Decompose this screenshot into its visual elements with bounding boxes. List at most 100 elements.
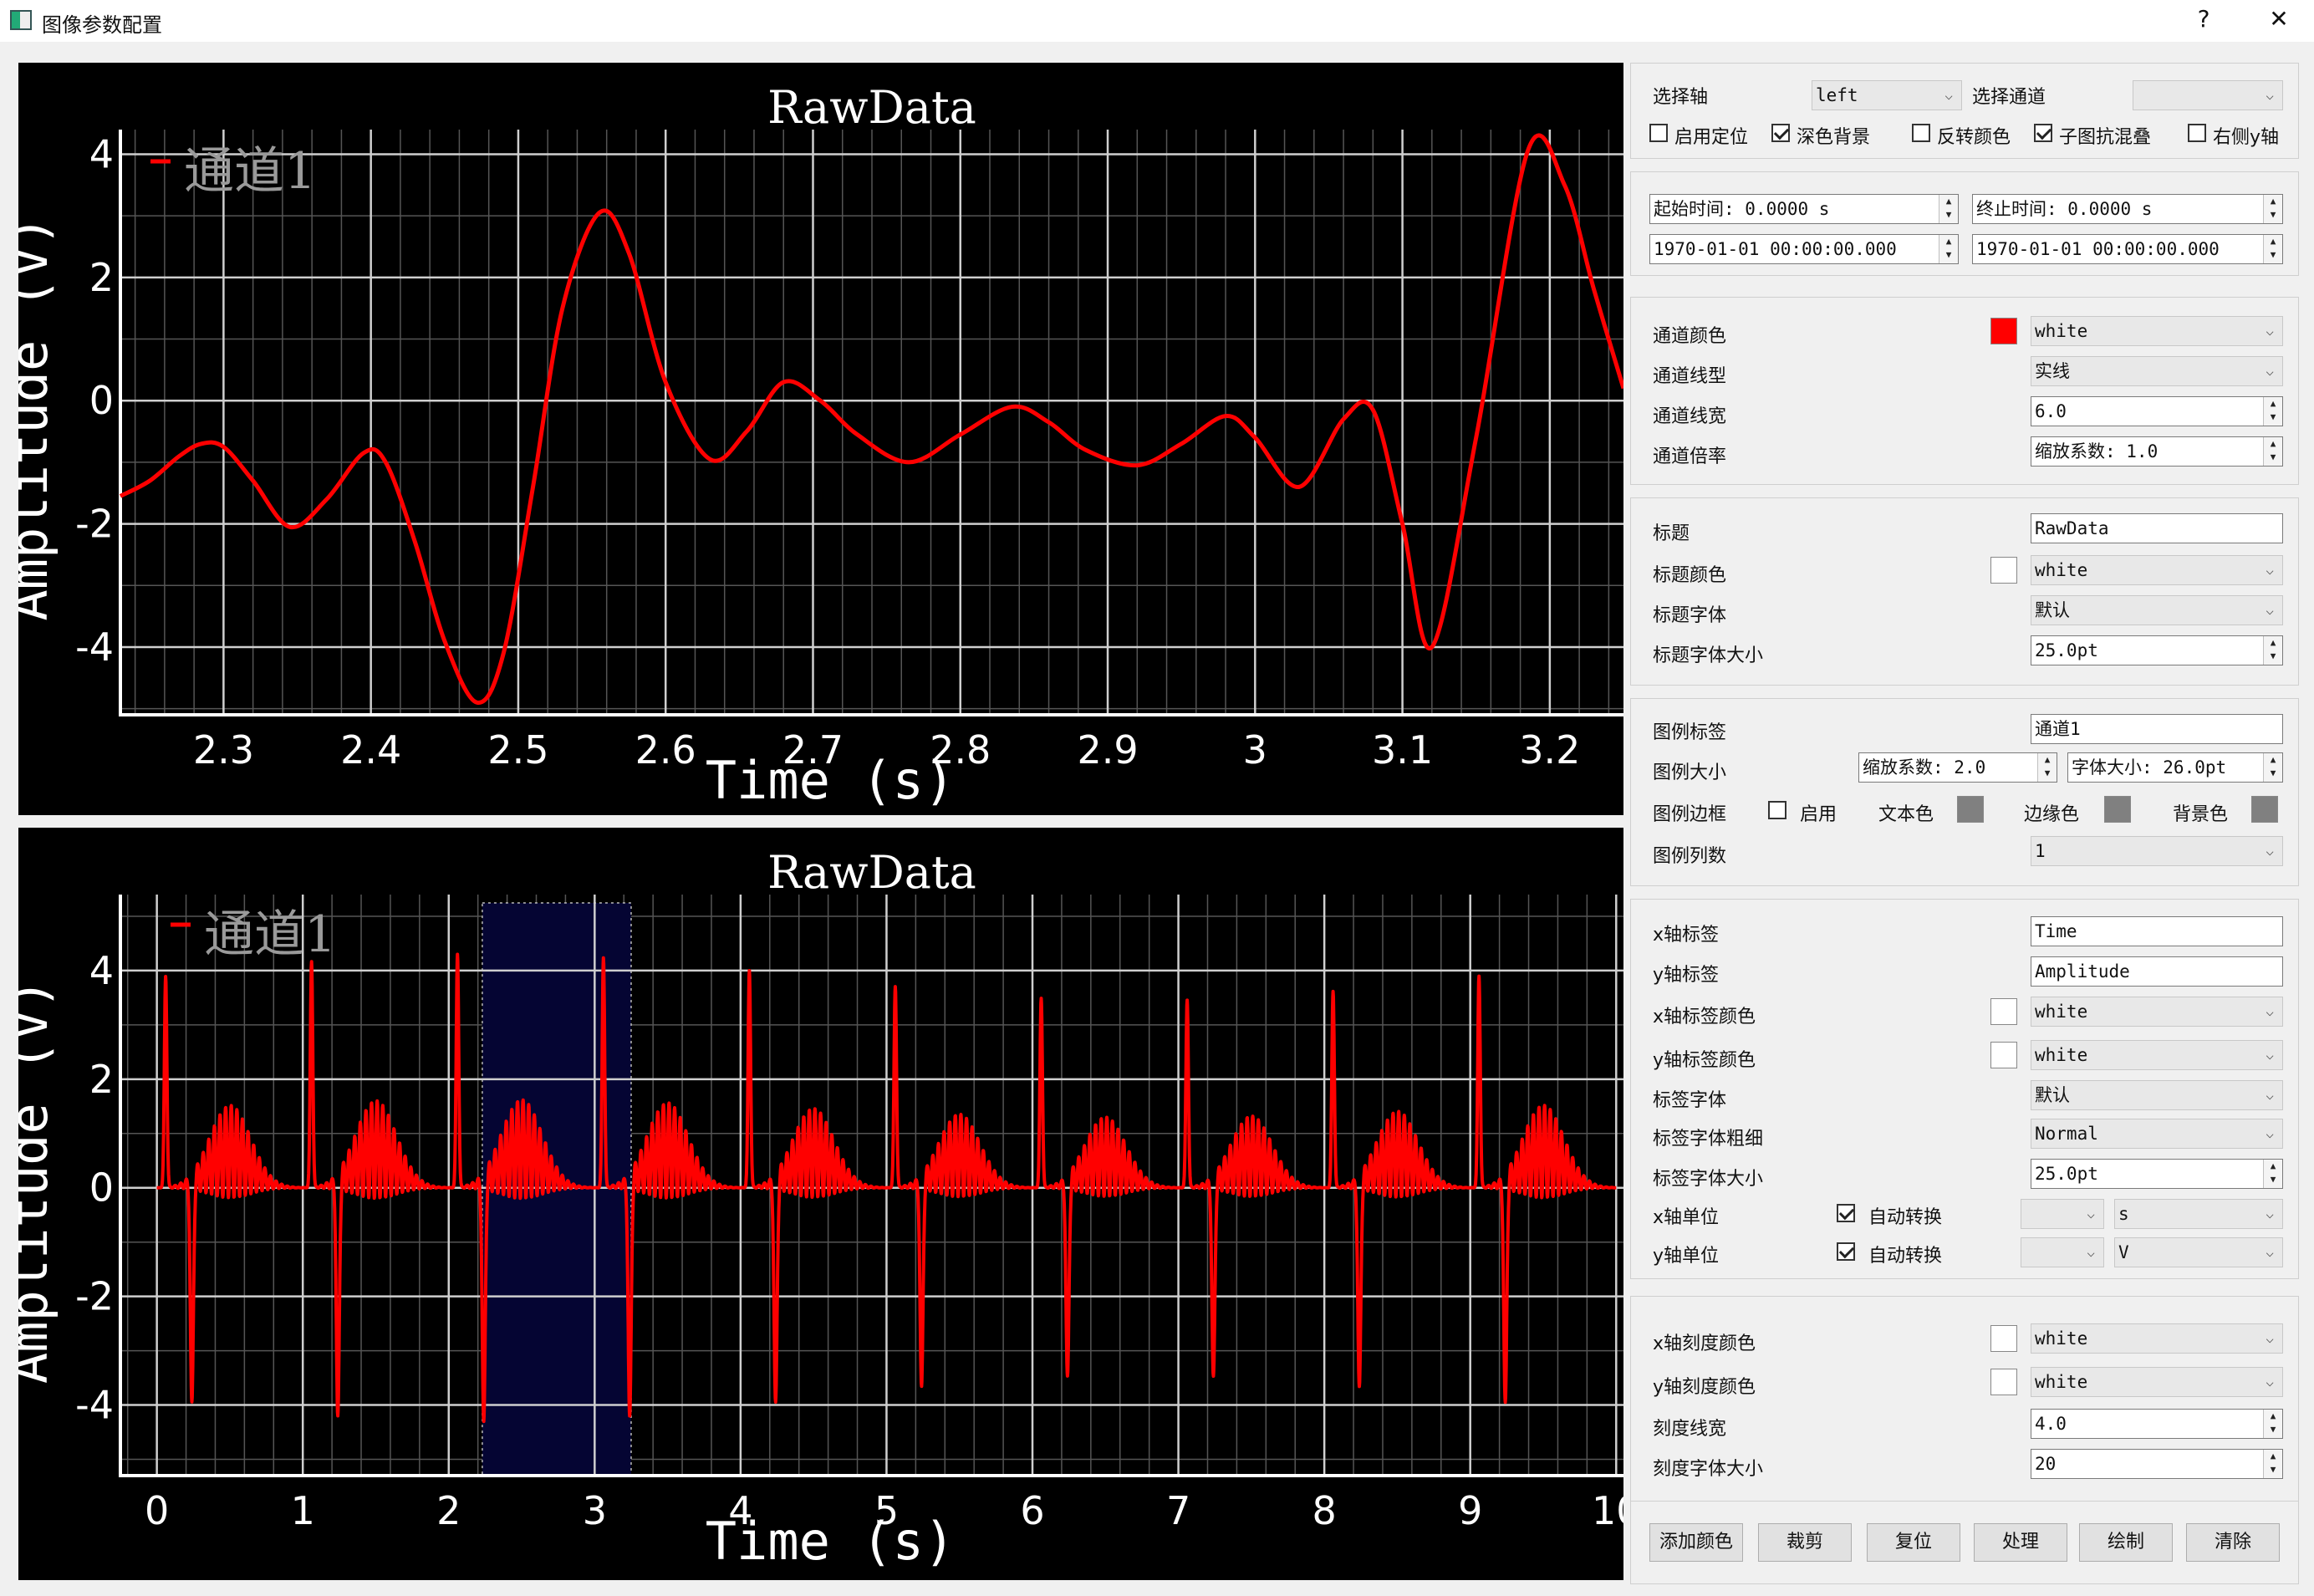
axis-check-2[interactable] [1771,124,1790,142]
x-tick-label: 3 [1243,727,1267,773]
axis-check-5[interactable] [2188,124,2206,142]
axis-check-3[interactable] [1912,124,1930,142]
start-datetime-spin[interactable]: 1970-01-01 00:00:00.000 ▲ ▼ [1649,234,1959,264]
ylabel-input[interactable]: Amplitude [2031,956,2283,987]
spin-arrows-icon[interactable]: ▲ ▼ [2263,636,2282,665]
legend-border-checkbox[interactable] [1768,801,1786,819]
plot-bottom[interactable]: 012345678910420-2-4RawDataTime (s)Amplit… [18,828,1623,1580]
ytick-color-label: y轴刻度颜色 [1653,1377,1756,1398]
legend-size-label: 图例大小 [1653,762,1727,783]
crop-button[interactable]: 裁剪 [1758,1523,1852,1562]
spin-arrows-icon[interactable]: ▲ ▼ [1939,195,1958,223]
ytick-color-combo[interactable]: white ⌵ [2031,1367,2283,1397]
chevron-down-icon: ⌵ [2266,87,2274,103]
label-font-combo[interactable]: 默认 ⌵ [2031,1080,2283,1110]
legend-columns-combo[interactable]: 1 ⌵ [2031,836,2283,866]
xtick-color-swatch[interactable] [1990,1325,2017,1352]
legend-scale-spin[interactable]: 缩放系数: 2.0 ▲ ▼ [1858,752,2057,783]
y-tick-label: -4 [75,625,114,670]
xlabel-input[interactable]: Time [2031,916,2283,946]
process-button[interactable]: 处理 [1974,1523,2067,1562]
spin-arrows-icon[interactable]: ▲ ▼ [2263,397,2282,426]
x-tick-label: 2.6 [635,727,696,773]
x-axis-label: Time (s) [706,1511,956,1572]
app-icon [10,10,32,30]
select-axis-label: 选择轴 [1653,87,1709,108]
tick-size-spin[interactable]: 20 ▲ ▼ [2031,1449,2283,1479]
help-button[interactable]: ? [2187,5,2220,33]
title-font-combo[interactable]: 默认 ⌵ [2031,595,2283,625]
legend-border-label: 图例边框 [1653,804,1727,825]
xunit-combo[interactable]: s ⌵ [2114,1199,2283,1229]
yunit-prefix-combo[interactable]: ⌵ [2021,1237,2104,1267]
spin-arrows-icon[interactable]: ▲ ▼ [2037,753,2057,782]
spin-arrows-icon[interactable]: ▲ ▼ [2263,1410,2282,1438]
title-color-swatch[interactable] [1990,557,2017,584]
channel-linestyle-combo[interactable]: 实线 ⌵ [2031,356,2283,386]
chevron-down-icon: ⌵ [2266,1003,2274,1019]
spin-arrows-icon[interactable]: ▲ ▼ [1939,235,1958,263]
tick-size-label: 刻度字体大小 [1653,1459,1764,1480]
title-size-value: 25.0pt [2035,640,2098,660]
y-tick-label: 0 [89,378,114,423]
channel-scale-spin[interactable]: 缩放系数: 1.0 ▲ ▼ [2031,436,2283,467]
title-group: 标题 RawData 标题颜色 white ⌵ 标题字体 默认 ⌵ 标题字体大小 2… [1630,497,2299,686]
plot-top[interactable]: 2.3 2.4 2.5 2.6 2.7 2.8 2.9 3 3.1 3.2 4 2 0 -2 -4 RawDa… [18,63,1623,815]
chart-title: RawData [767,81,976,134]
legend-scale-value: 缩放系数: 2.0 [1863,757,1986,778]
end-time-spin[interactable]: 终止时间: 0.0000 s ▲ ▼ [1972,194,2283,224]
xlabel-color-combo[interactable]: white ⌵ [2031,997,2283,1027]
select-channel-combo[interactable]: ⌵ [2133,80,2283,110]
yunit-auto-checkbox[interactable] [1837,1242,1855,1261]
reset-button[interactable]: 复位 [1867,1523,1960,1562]
yunit-combo[interactable]: V ⌵ [2114,1237,2283,1267]
x-tick-label: 1 [291,1488,315,1533]
xunit-prefix-combo[interactable]: ⌵ [2021,1199,2104,1229]
draw-button[interactable]: 绘制 [2079,1523,2173,1562]
legend-bgcolor-label: 背景色 [2173,804,2229,825]
spin-arrows-icon[interactable]: ▲ ▼ [2263,1160,2282,1188]
spin-arrows-icon[interactable]: ▲ ▼ [2263,1450,2282,1478]
x-tick-label: 2 [436,1488,461,1533]
y-tick-label: 0 [89,1165,114,1211]
legend-fontsize-spin[interactable]: 字体大小: 26.0pt ▲ ▼ [2067,752,2283,783]
legend-label: 通道1 [204,905,336,964]
ylabel-color-swatch[interactable] [1990,1042,2017,1068]
title-size-spin[interactable]: 25.0pt ▲ ▼ [2031,635,2283,665]
legend-bgcolor-swatch[interactable] [2251,796,2278,823]
legend-edgecolor-swatch[interactable] [2104,796,2131,823]
spin-arrows-icon[interactable]: ▲ ▼ [2263,437,2282,466]
xtick-color-combo[interactable]: white ⌵ [2031,1323,2283,1354]
xunit-auto-checkbox[interactable] [1837,1204,1855,1222]
start-time-spin[interactable]: 起始时间: 0.0000 s ▲ ▼ [1649,194,1959,224]
ytick-color-swatch[interactable] [1990,1369,2017,1395]
spin-arrows-icon[interactable]: ▲ ▼ [2263,195,2282,223]
label-weight-combo[interactable]: Normal ⌵ [2031,1119,2283,1149]
label-size-spin[interactable]: 25.0pt ▲ ▼ [2031,1159,2283,1189]
chevron-down-icon: ⌵ [2087,1244,2095,1260]
legend-label-input[interactable]: 通道1 [2031,714,2283,744]
yunit-label: y轴单位 [1653,1246,1720,1267]
title-color-combo[interactable]: white ⌵ [2031,555,2283,585]
axis-check-4[interactable] [2034,124,2052,142]
title-color-value: white [2035,560,2088,580]
end-datetime-spin[interactable]: 1970-01-01 00:00:00.000 ▲ ▼ [1972,234,2283,264]
title-input[interactable]: RawData [2031,513,2283,543]
close-button[interactable]: ✕ [2262,5,2296,33]
spin-arrows-icon[interactable]: ▲ ▼ [2263,753,2282,782]
channel-color-swatch[interactable] [1990,318,2017,344]
xlabel-color-swatch[interactable] [1990,998,2017,1025]
axis-check-1[interactable] [1649,124,1668,142]
tick-width-spin[interactable]: 4.0 ▲ ▼ [2031,1409,2283,1439]
legend-textcolor-swatch[interactable] [1957,796,1984,823]
add-color-button[interactable]: 添加颜色 [1649,1523,1743,1562]
chevron-down-icon: ⌵ [2266,1374,2274,1389]
minor-grid [120,130,1623,715]
spin-arrows-icon[interactable]: ▲ ▼ [2263,235,2282,263]
clear-button[interactable]: 清除 [2186,1523,2280,1562]
channel-linewidth-spin[interactable]: 6.0 ▲ ▼ [2031,396,2283,426]
select-axis-combo[interactable]: left ⌵ [1812,80,1962,110]
x-tick-label: 3 [583,1488,607,1533]
channel-color-combo[interactable]: white ⌵ [2031,316,2283,346]
ylabel-color-combo[interactable]: white ⌵ [2031,1040,2283,1070]
